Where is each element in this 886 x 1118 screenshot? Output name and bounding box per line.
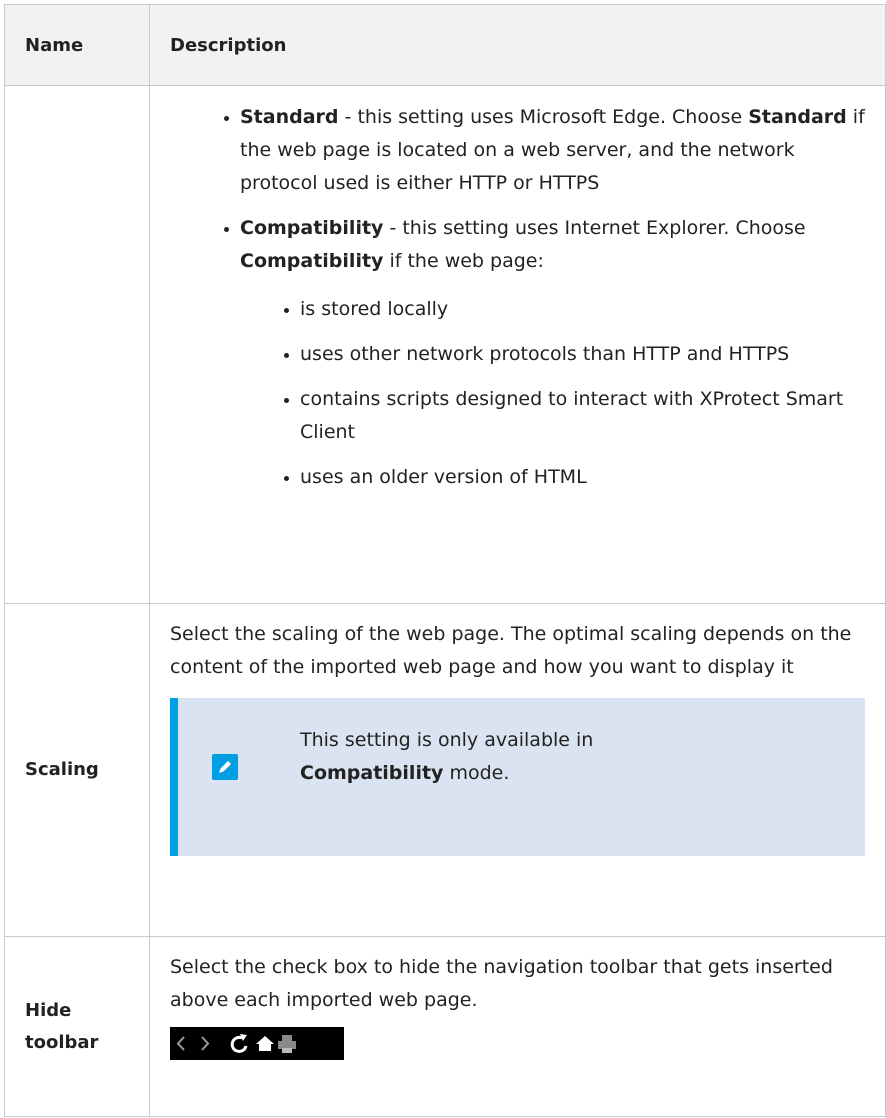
refresh-icon: [230, 1034, 248, 1053]
row-name-hide-toolbar: Hide toolbar: [4, 936, 150, 1117]
note-text: This setting is only available in Compat…: [300, 724, 593, 790]
list-item-text: - this setting uses Internet Explorer. C…: [383, 217, 806, 239]
term-compatibility: Compatibility: [240, 217, 384, 239]
list-item: Compatibility - this setting uses Intern…: [224, 212, 865, 494]
description-cell: Select the scaling of the web page. The …: [149, 603, 886, 937]
sub-list-item: uses an older version of HTML: [284, 461, 865, 494]
print-icon: [278, 1035, 296, 1053]
sub-list-item: uses other network protocols than HTTP a…: [284, 338, 865, 371]
sub-list-item: contains scripts designed to interact wi…: [284, 383, 865, 449]
table-row: Hide toolbar Select the check box to hid…: [4, 936, 886, 1117]
note-text-line: This setting is only available in: [300, 729, 594, 751]
compatibility-sublist: is stored locally uses other network pro…: [240, 278, 865, 494]
term-compatibility: Compatibility: [300, 762, 444, 784]
column-header-description: Description: [149, 4, 886, 86]
home-icon: [256, 1036, 274, 1051]
navigation-toolbar-image: [170, 1027, 344, 1060]
description-cell: Select the check box to hide the navigat…: [149, 936, 886, 1117]
name-cell-empty: [4, 85, 150, 604]
note-box: This setting is only available in Compat…: [170, 698, 865, 856]
table-row: Standard - this setting uses Microsoft E…: [4, 85, 886, 604]
column-header-name: Name: [4, 4, 150, 86]
note-text-line: mode.: [443, 762, 510, 784]
row-name-scaling: Scaling: [4, 603, 150, 937]
description-cell: Standard - this setting uses Microsoft E…: [149, 85, 886, 604]
scaling-description: Select the scaling of the web page. The …: [170, 623, 852, 678]
sub-list-item: is stored locally: [284, 293, 865, 326]
term-standard: Standard: [240, 106, 339, 128]
list-item: Standard - this setting uses Microsoft E…: [224, 101, 865, 200]
term-compatibility: Compatibility: [240, 250, 384, 272]
table-header-row: Name Description: [4, 4, 886, 86]
back-arrow-icon: [176, 1036, 185, 1051]
table-row: Scaling Select the scaling of the web pa…: [4, 603, 886, 937]
term-standard: Standard: [748, 106, 847, 128]
settings-table: Name Description Standard - this setting…: [4, 4, 886, 1117]
mode-list: Standard - this setting uses Microsoft E…: [170, 86, 865, 494]
hide-toolbar-description: Select the check box to hide the navigat…: [170, 956, 833, 1011]
forward-arrow-icon: [201, 1036, 210, 1051]
pencil-icon: [212, 754, 238, 780]
list-item-text: - this setting uses Microsoft Edge. Choo…: [338, 106, 749, 128]
list-item-text: if the web page:: [383, 250, 544, 272]
